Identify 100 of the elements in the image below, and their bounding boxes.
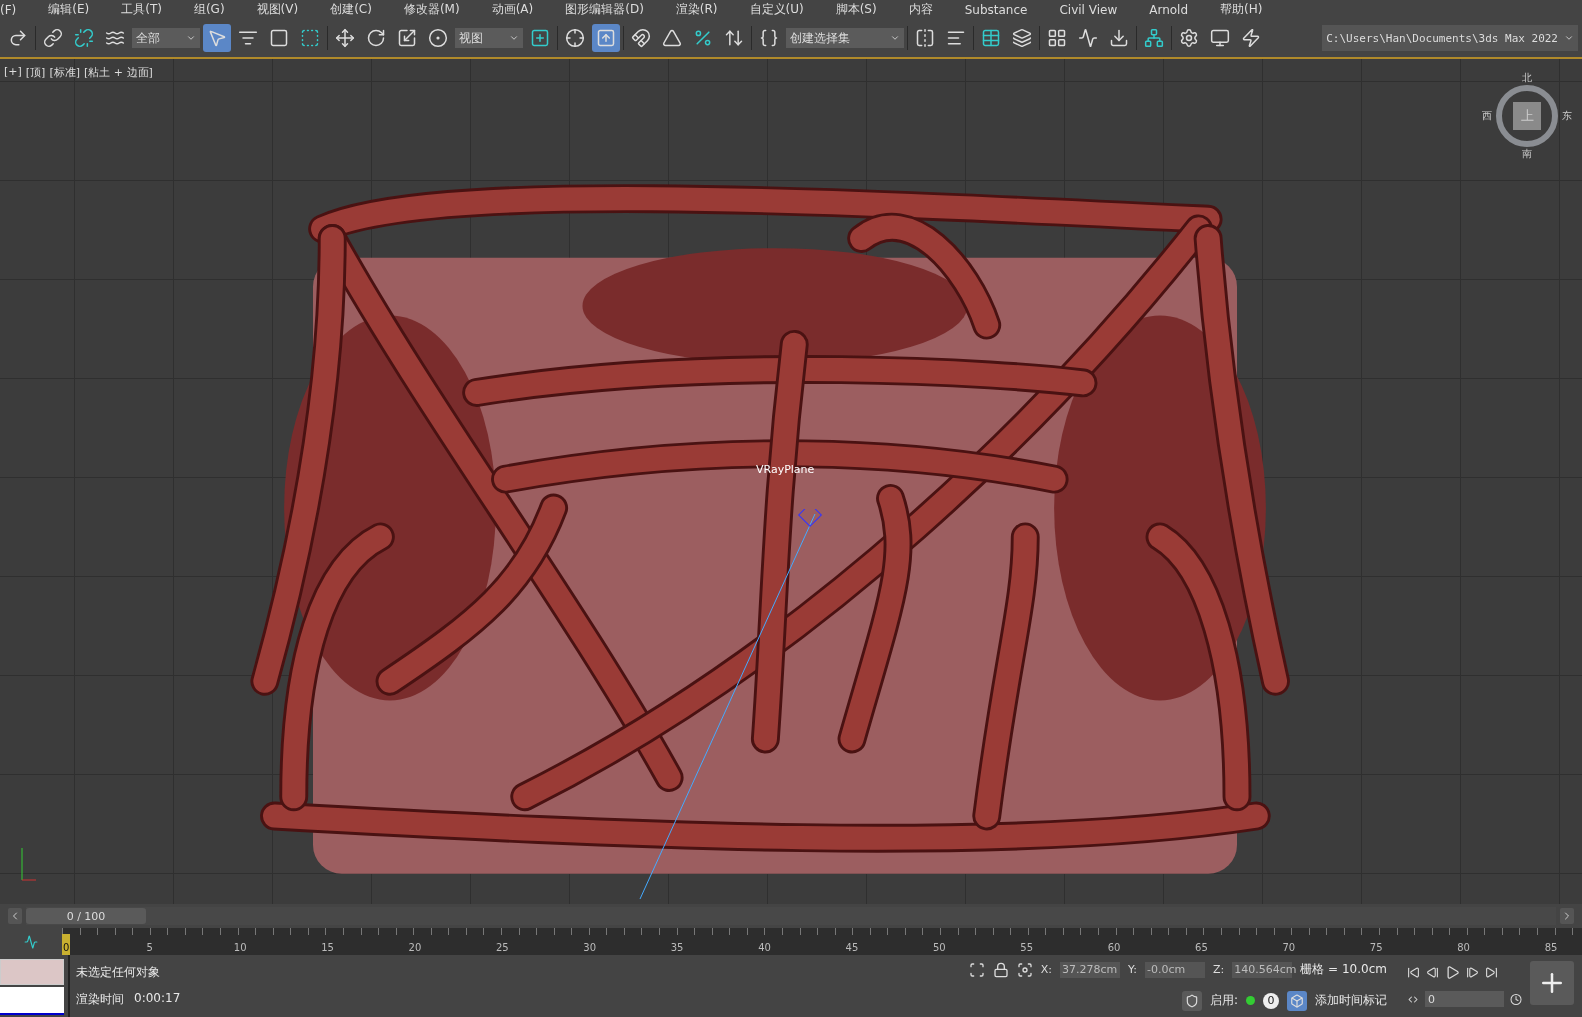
frame-number: 45 [845, 942, 859, 953]
frame-number: 35 [670, 942, 684, 953]
status-dot [1246, 996, 1255, 1006]
frame-number: 50 [932, 942, 946, 953]
crosshair-icon [565, 28, 585, 48]
plus-square-icon [530, 28, 550, 48]
cube-icon [1290, 993, 1304, 1008]
percent-icon [693, 28, 713, 48]
waves-icon [105, 28, 125, 48]
timeline-ruler[interactable]: 0 5 10 15 20 25 30 35 40 45 50 55 60 65 70 75 80 85 [62, 928, 1582, 955]
shield-icon [1184, 993, 1199, 1008]
frame-number: 85 [1544, 942, 1558, 953]
cube-button[interactable] [1287, 990, 1307, 1011]
curve-editor-icon[interactable] [24, 934, 38, 949]
menu-item[interactable]: 动画(A) [473, 1, 548, 18]
menu-item[interactable]: 工具(T) [103, 1, 176, 18]
redo-icon [8, 28, 28, 48]
frame-number: 40 [758, 942, 771, 953]
axis-gizmo-icon [21, 847, 37, 881]
viewport-label[interactable]: [标准] [49, 65, 80, 80]
enable-label: 启用: [1209, 992, 1238, 1010]
menu-item[interactable]: (F) [0, 2, 31, 17]
time-config-icon[interactable] [1509, 992, 1522, 1006]
caret-icon [1564, 33, 1574, 43]
menu-item[interactable]: 创建(C) [312, 1, 386, 18]
frame-number: 5 [146, 942, 153, 953]
gear-icon [1179, 28, 1199, 48]
pointer-icon [207, 28, 227, 48]
menu-item[interactable]: Arnold [1131, 2, 1203, 17]
menu-item[interactable]: Substance [946, 2, 1042, 17]
frame-number: 65 [1195, 942, 1208, 953]
viewport[interactable]: [+] [顶] [标准] [粘土 + 边面] VRayPlane 北 西 上 东 南 [0, 59, 1582, 904]
viewport-label[interactable]: [粘土 + 边面] [84, 65, 153, 80]
menu-item[interactable]: 编辑(E) [30, 1, 104, 18]
menu-item[interactable]: 图形编辑器(D) [547, 1, 658, 18]
braces-icon [759, 28, 779, 48]
frame-number: 10 [233, 942, 247, 953]
viewcube[interactable]: 北 西 上 东 南 [1482, 71, 1572, 161]
dropdown[interactable]: 创建选择集 [786, 28, 904, 48]
unlink-icon [74, 28, 94, 48]
previous-frame-icon[interactable] [1426, 965, 1439, 979]
dashed-square-icon [300, 28, 320, 48]
set-key-button[interactable] [1530, 961, 1574, 1005]
selection-icon[interactable] [968, 961, 985, 978]
next-frame-icon[interactable] [1466, 965, 1479, 979]
next-frame-button[interactable] [1560, 908, 1574, 924]
viewport-label[interactable]: [+] [4, 65, 22, 80]
download-icon [1109, 28, 1129, 48]
move-icon [335, 28, 355, 48]
menu-item[interactable]: 视图(V) [238, 1, 313, 18]
count-badge: 0 [1263, 992, 1279, 1009]
shield-button[interactable] [1181, 990, 1202, 1011]
frame-field[interactable]: 0 [1425, 991, 1504, 1008]
current-frame-marker[interactable]: 0 [62, 934, 71, 955]
mini-listener[interactable] [0, 959, 64, 1015]
compass-label: 东 [1562, 109, 1572, 123]
frame-number: 30 [583, 942, 597, 953]
menu-item[interactable]: 脚本(S) [817, 1, 891, 18]
caret-icon [186, 33, 196, 43]
menu-item[interactable]: 帮助(H) [1202, 1, 1277, 18]
coordinate-field[interactable]: 37.278cm [1060, 961, 1121, 978]
circle-icon [428, 28, 448, 48]
frame-number: 70 [1282, 942, 1296, 953]
go-to-start-icon[interactable] [1407, 965, 1420, 979]
compass-label: 北 [1522, 71, 1532, 85]
axis-label: X: [1040, 963, 1053, 977]
lightning-icon [1241, 28, 1261, 48]
play-icon[interactable] [1445, 964, 1460, 980]
menu-item[interactable]: 自定义(U) [731, 1, 818, 18]
viewport-label[interactable]: [顶] [25, 65, 46, 80]
magnet-icon [631, 28, 651, 48]
coordinate-field[interactable]: -0.0cm [1145, 961, 1206, 978]
frame-number: 15 [321, 942, 334, 953]
go-to-end-icon[interactable] [1485, 965, 1498, 979]
menu-item[interactable]: Civil View [1041, 2, 1132, 17]
menu-item[interactable]: 组(G) [175, 1, 239, 18]
align-icon [946, 28, 966, 48]
light-icon [798, 509, 822, 527]
menu-item[interactable]: 渲染(R) [657, 1, 732, 18]
time-slider-thumb[interactable]: 0 / 100 [26, 908, 146, 924]
frame-number: 55 [1020, 942, 1034, 953]
render-time-value: 0:00:17 [134, 991, 181, 1007]
menu-item[interactable]: 修改器(M) [385, 1, 474, 18]
square-icon [269, 28, 289, 48]
render-time-label: 渲染时间 [76, 991, 124, 1008]
wave-graph-icon [1078, 28, 1098, 48]
time-slider-track[interactable]: 0 / 100 [26, 907, 1556, 925]
dropdown[interactable]: 全部 [132, 28, 200, 48]
prev-frame-button[interactable] [8, 908, 22, 924]
frame-number: 60 [1107, 942, 1121, 953]
menu-item[interactable]: 内容 [890, 1, 947, 18]
caret-icon [509, 33, 519, 43]
path-dropdown[interactable]: C:\Users\Han\Documents\3ds Max 2022 [1322, 25, 1578, 51]
dropdown[interactable]: 视图 [455, 28, 523, 48]
rotate-icon [366, 28, 386, 48]
compass-label: 西 [1482, 109, 1492, 123]
grid-icon [1047, 28, 1067, 48]
lock-icon[interactable] [992, 961, 1009, 978]
add-time-tag[interactable]: 添加时间标记 [1315, 992, 1387, 1010]
status-message: 未选定任何对象 [76, 964, 161, 981]
